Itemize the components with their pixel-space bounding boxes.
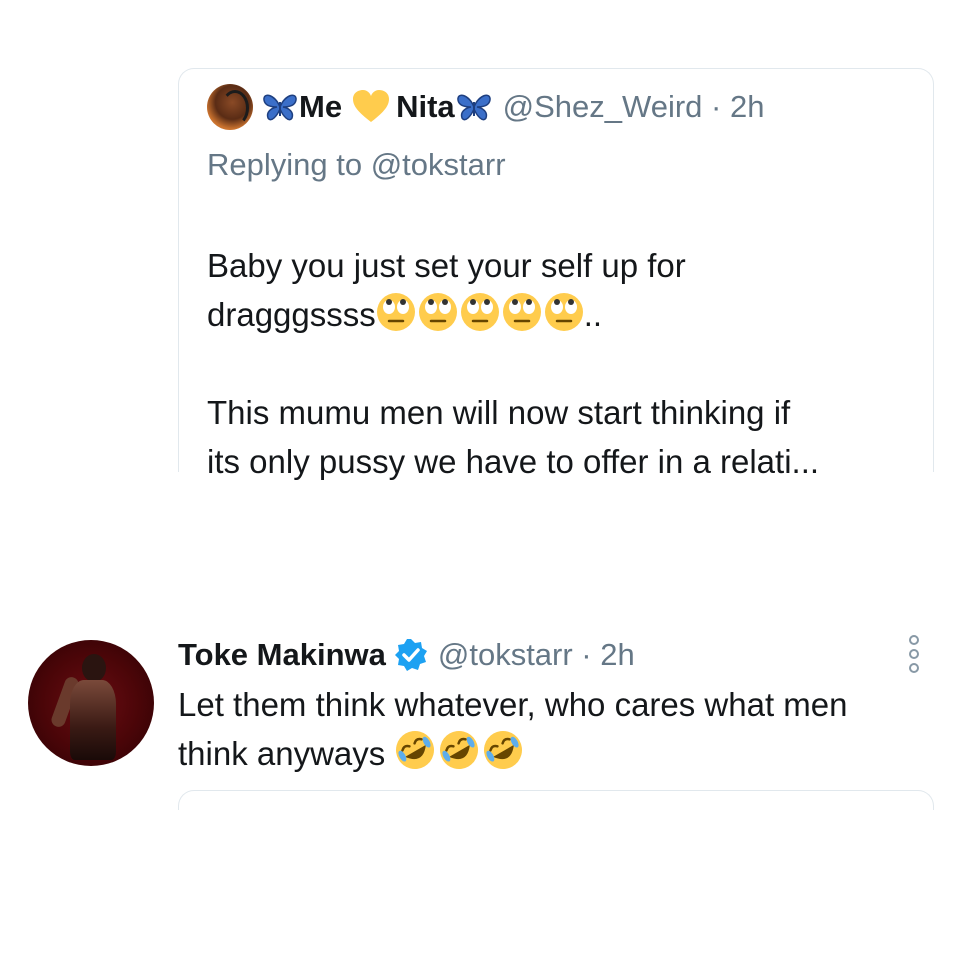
quoted-tweet-header: Me Nita @Shez_Weird · 2h: [207, 83, 764, 131]
butterfly-icon: [263, 94, 297, 121]
face-with-rolling-eyes-icon: [376, 293, 415, 331]
butterfly-icon: [456, 94, 491, 121]
embedded-card-edge[interactable]: [178, 790, 934, 810]
reply-tweet-text: Let them think whatever, who cares what …: [178, 680, 948, 778]
emoji-group: [394, 729, 524, 771]
reply-author-name[interactable]: Toke Makinwa: [178, 637, 386, 673]
quoted-handle-timestamp[interactable]: @Shez_Weird · 2h: [503, 89, 765, 125]
quoted-tweet-card[interactable]: Me Nita @Shez_Weird · 2h Replying to @to…: [178, 68, 934, 480]
display-name-part2: Nita: [396, 89, 455, 124]
quoted-text-line: dragggssss..: [207, 290, 927, 339]
quoted-text-fragment: dragggssss: [207, 296, 376, 333]
reply-tweet-header: Toke Makinwa @tokstarr · 2h: [178, 632, 635, 678]
display-name-part1: Me: [299, 89, 343, 124]
rolling-on-the-floor-laughing-icon: [396, 731, 435, 769]
emoji-group: [376, 292, 584, 332]
verified-badge-icon: [394, 639, 427, 671]
yellow-heart-icon: [353, 90, 390, 122]
rolling-on-the-floor-laughing-icon: [484, 731, 523, 769]
face-with-rolling-eyes-icon: [502, 293, 541, 331]
quoted-author-display-name[interactable]: Me Nita: [261, 89, 493, 125]
quoted-text-line: This mumu men will now start thinking if: [207, 394, 791, 431]
more-options-icon[interactable]: [904, 632, 924, 676]
face-with-rolling-eyes-icon: [418, 293, 457, 331]
replying-to-label[interactable]: Replying to @tokstarr: [207, 149, 506, 180]
reply-handle-timestamp[interactable]: @tokstarr · 2h: [438, 637, 635, 673]
reply-author-avatar[interactable]: [28, 640, 154, 766]
face-with-rolling-eyes-icon: [460, 293, 499, 331]
quoted-tweet-text: Baby you just set your self up for dragg…: [207, 241, 927, 486]
reply-text-line: Let them think whatever, who cares what …: [178, 686, 848, 723]
rolling-on-the-floor-laughing-icon: [440, 731, 479, 769]
quoted-text-line: its only pussy we have to offer in a rel…: [207, 443, 820, 480]
reply-text-fragment: think anyways: [178, 735, 386, 772]
reply-text-line: think anyways: [178, 729, 948, 778]
quoted-text-line: Baby you just set your self up for: [207, 247, 686, 284]
quoted-author-avatar[interactable]: [207, 84, 253, 130]
quoted-text-fragment: ..: [583, 296, 603, 333]
face-with-rolling-eyes-icon: [544, 293, 583, 331]
